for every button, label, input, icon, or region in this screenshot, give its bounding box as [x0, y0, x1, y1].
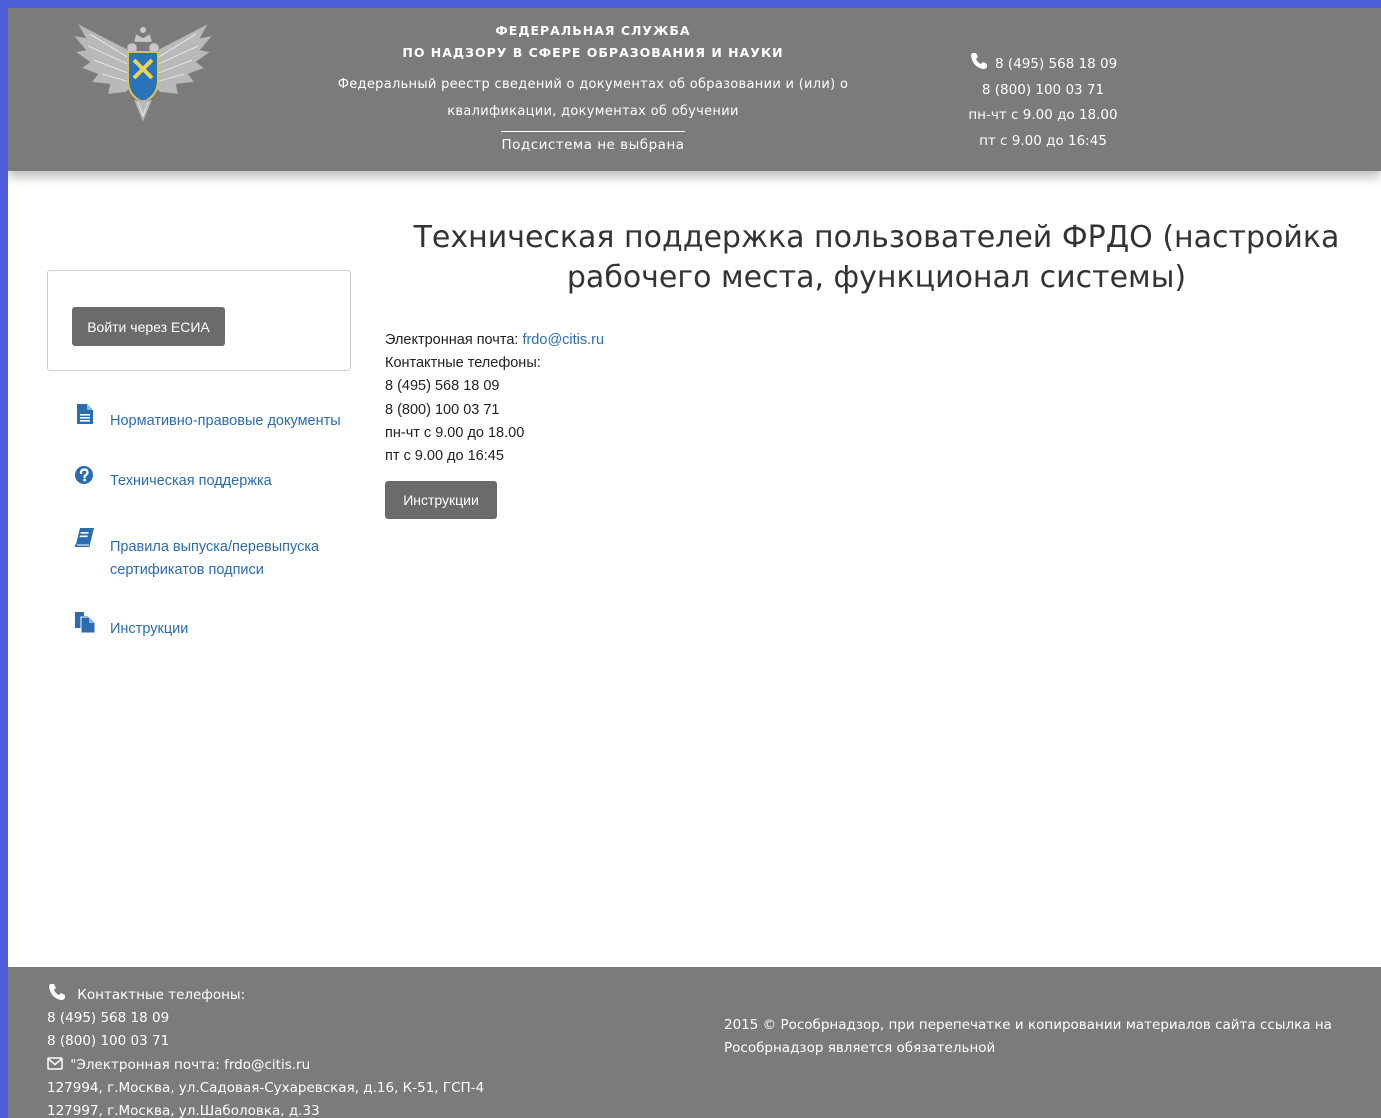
page-title-line2: рабочего места, функционал системы): [566, 260, 1187, 295]
envelope-icon: [47, 1056, 63, 1070]
footer-contacts: Контактные телефоны: 8 (495) 568 18 09 8…: [47, 983, 484, 1118]
email-link[interactable]: frdo@citis.ru: [522, 332, 604, 348]
support-hours2: пт с 9.00 до 16:45: [385, 448, 504, 465]
page-title-line1: Техническая поддержка пользователей ФРДО…: [413, 220, 1340, 255]
support-hours1: пн-чт с 9.00 до 18.00: [385, 424, 525, 441]
footer-email-row: "Электронная почта: frdo@citis.ru: [47, 1054, 484, 1077]
footer-address1: 127994, г.Москва, ул.Садовая-Сухаревская…: [47, 1079, 485, 1096]
footer-phone1: 8 (495) 568 18 09: [47, 1010, 170, 1027]
email-row: Электронная почта: frdo@citis.ru: [385, 329, 604, 352]
rosobrnadzor-emblem-icon: [73, 23, 213, 123]
email-label: Электронная почта:: [385, 332, 523, 348]
copyright-line1: 2015 © Рособрнадзор, при перепечатке и к…: [724, 1017, 1332, 1033]
page-title: Техническая поддержка пользователей ФРДО…: [408, 218, 1345, 298]
registry-name-line1: Федеральный реестр сведений о документах…: [337, 77, 849, 92]
agency-name-line1: ФЕДЕРАЛЬНАЯ СЛУЖБА: [495, 23, 691, 38]
support-contacts: Электронная почта: frdo@citis.ru Контакт…: [385, 329, 604, 468]
phone-icon: [49, 984, 65, 1000]
agency-name-line2: ПО НАДЗОРУ В СФЕРЕ ОБРАЗОВАНИЯ И НАУКИ: [402, 45, 784, 60]
phones-label: Контактные телефоны:: [385, 355, 541, 372]
copyright-line2: Рособрнадзор является обязательной: [724, 1040, 996, 1056]
esia-login-button[interactable]: Войти через ЕСИА: [72, 307, 225, 346]
footer-phones-label: Контактные телефоны:: [77, 987, 246, 1003]
footer-address2: 127997, г.Москва, ул.Шаболовка, д.33: [47, 1103, 320, 1118]
sidebar-item-label: Инструкции: [110, 621, 189, 637]
support-phone2: 8 (800) 100 03 71: [385, 401, 500, 418]
footer-phone2: 8 (800) 100 03 71: [47, 1033, 170, 1050]
login-panel: Войти через ЕСИА: [47, 270, 351, 371]
registry-name: Федеральный реестр сведений о документах…: [278, 71, 908, 125]
sidebar-item-label-line2: сертификатов подписи: [110, 562, 264, 578]
subsystem-selector[interactable]: Подсистема не выбрана: [501, 131, 685, 154]
book-icon: [74, 528, 94, 547]
footer-email: "Электронная почта: frdo@citis.ru: [70, 1056, 311, 1073]
instructions-button[interactable]: Инструкции: [385, 481, 497, 519]
copy-files-icon: [75, 612, 96, 633]
question-circle-icon: [75, 466, 93, 484]
browser-viewport: ФЕДЕРАЛЬНАЯ СЛУЖБА ПО НАДЗОРУ В СФЕРЕ ОБ…: [8, 8, 1381, 1118]
header-phone2: 8 (800) 100 03 71: [981, 81, 1105, 98]
phone-icon: [970, 53, 987, 69]
support-phone1: 8 (495) 568 18 09: [385, 378, 500, 395]
site-footer: Контактные телефоны: 8 (495) 568 18 09 8…: [8, 967, 1381, 1118]
header-phone1-row: 8 (495) 568 18 09: [948, 52, 1138, 78]
header-contacts: 8 (495) 568 18 09 8 (800) 100 03 71 пн-ч…: [948, 52, 1138, 154]
footer-copyright: 2015 © Рособрнадзор, при перепечатке и к…: [724, 1014, 1364, 1060]
header-phone1: 8 (495) 568 18 09: [995, 56, 1118, 72]
sidebar-item-label: Нормативно-правовые документы: [110, 413, 341, 429]
sidebar-item-label: Техническая поддержка: [110, 473, 272, 489]
header-title-block: ФЕДЕРАЛЬНАЯ СЛУЖБА ПО НАДЗОРУ В СФЕРЕ ОБ…: [278, 20, 908, 154]
header-hours1: пн-чт с 9.00 до 18.00: [968, 107, 1118, 123]
site-header: ФЕДЕРАЛЬНАЯ СЛУЖБА ПО НАДЗОРУ В СФЕРЕ ОБ…: [8, 8, 1381, 171]
header-hours2: пт с 9.00 до 16:45: [979, 132, 1107, 149]
footer-phones-row: Контактные телефоны:: [47, 983, 484, 1007]
sidebar-item-label-line1: Правила выпуска/перевыпуска: [110, 539, 320, 555]
document-icon: [77, 404, 93, 424]
registry-name-line2: квалификации, документах об обучении: [447, 104, 739, 119]
